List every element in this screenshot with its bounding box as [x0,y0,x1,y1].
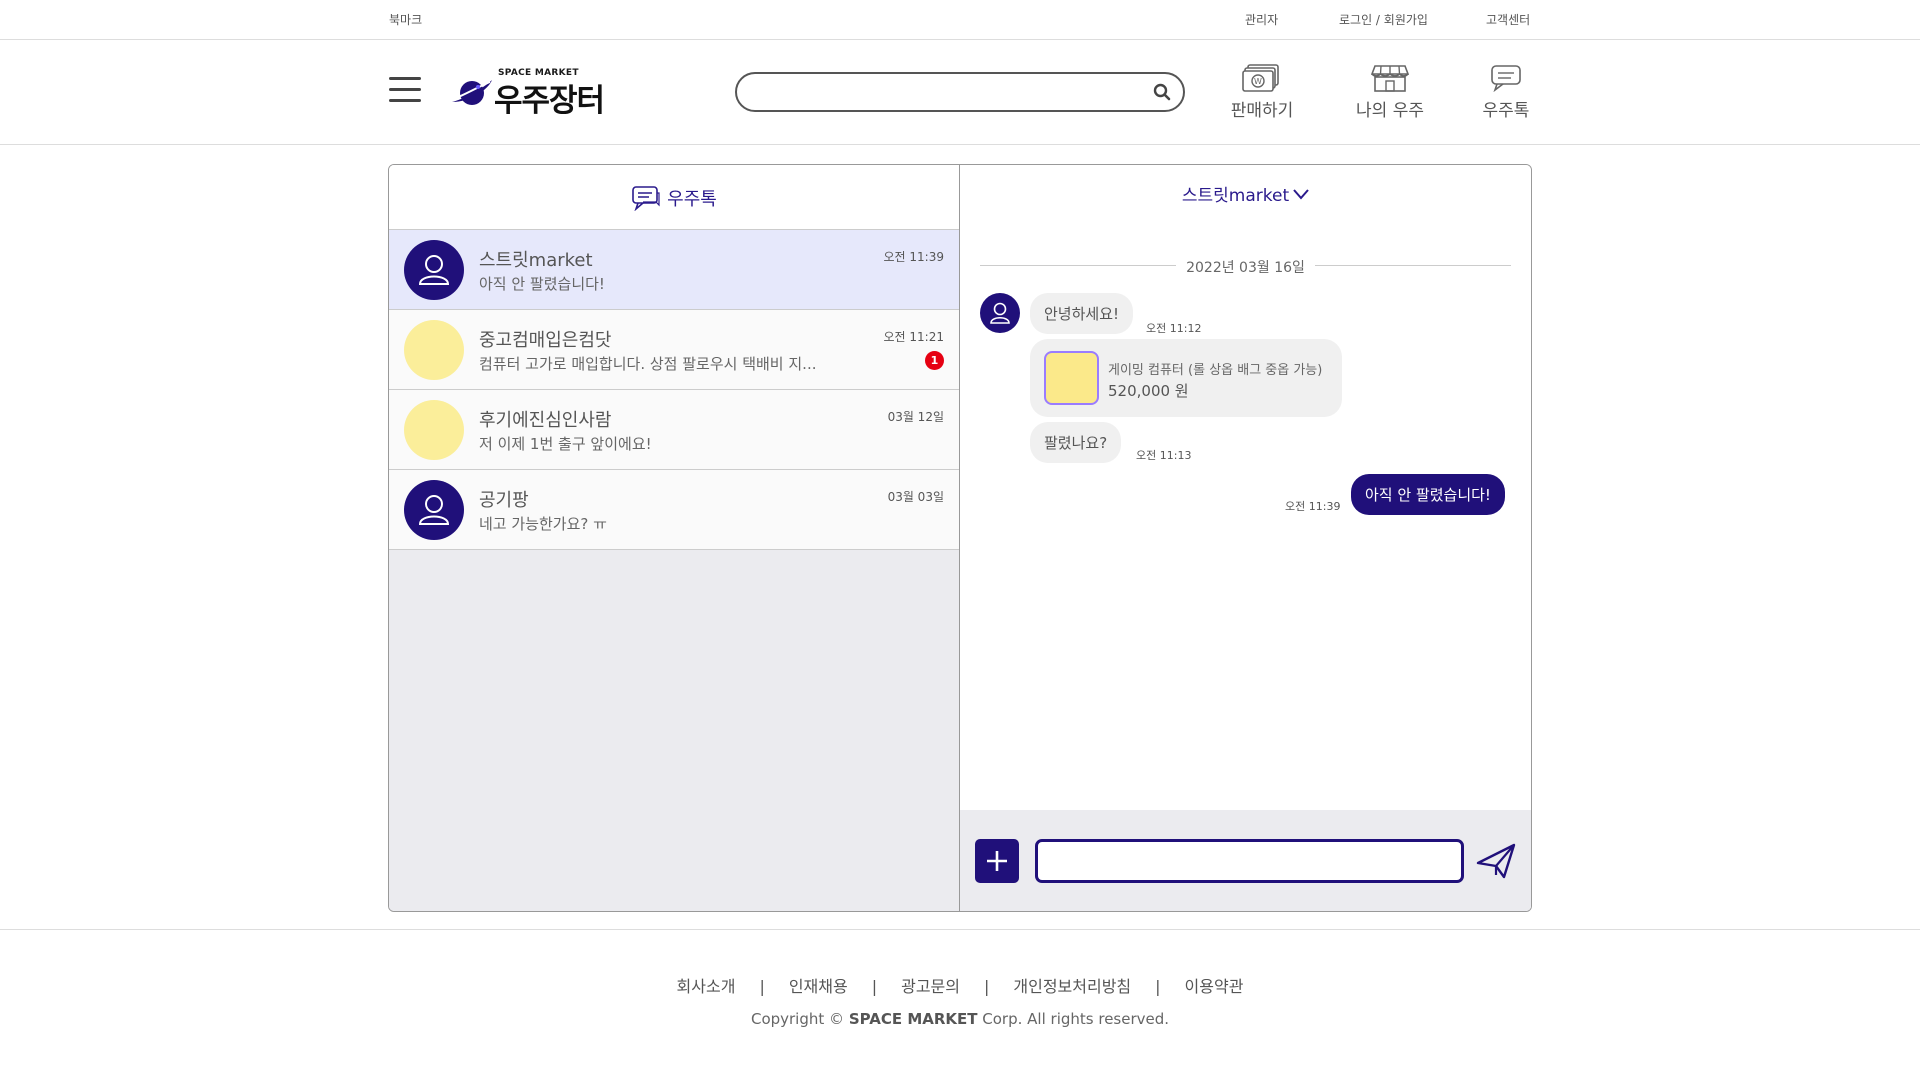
sell-money-icon: W [1242,64,1279,92]
user-avatar-icon [404,240,464,300]
user-avatar-icon [404,480,464,540]
yellow-avatar [404,400,464,460]
product-card[interactable]: 게이밍 컴퓨터 (롤 상옵 배그 중옵 가능) 520,000 원 [1030,339,1342,417]
footer-links: 회사소개 | 인재채용 | 광고문의 | 개인정보처리방침 | 이용약관 [0,973,1920,997]
message-time: 오전 11:12 [1146,322,1202,335]
nav-chat[interactable]: 우주톡 [1466,64,1546,124]
message-composer [960,810,1531,911]
search-icon[interactable] [1153,83,1171,101]
chat-icon [632,186,660,211]
conversation-time: 오전 11:21 [883,330,944,344]
conversation-name: 스트릿market [479,250,593,271]
sent-message: 아직 안 팔렸습니다! [1351,474,1505,515]
store-icon [1371,65,1409,92]
conversation-item[interactable]: 중고컴매입은컴닷 컴퓨터 고가로 매입합니다. 상점 팔로우시 택배비 지...… [389,310,959,390]
svg-text:W: W [1254,77,1262,86]
conversation-name: 후기에진심인사람 [479,410,612,431]
conversation-item[interactable]: 후기에진심인사람 저 이제 1번 출구 앞이에요! 03월 12일 [389,390,959,470]
copyright-prefix: Copyright © [750,1010,849,1028]
nav-chat-label: 우주톡 [1482,101,1530,121]
conversation-last-message: 아직 안 팔렸습니다! [479,275,605,293]
conversation-time: 03월 12일 [887,410,944,424]
footer-link-company[interactable]: 회사소개 [677,977,736,996]
message-time: 오전 11:13 [1136,449,1192,462]
site-logo[interactable]: SPACE MARKET 우주장터 [450,68,610,119]
copyright-brand: SPACE MARKET [848,1010,978,1028]
login-signup-link[interactable]: 로그인 / 회원가입 [1339,11,1428,28]
yellow-avatar [404,320,464,380]
conversation-last-message: 저 이제 1번 출구 앞이에요! [479,435,652,453]
logo-title: 우주장터 [494,83,605,119]
product-thumbnail [1044,351,1099,405]
planet-logo-icon [452,80,492,105]
message-time: 오전 11:39 [1285,500,1341,513]
nav-my-space-label: 나의 우주 [1356,101,1424,121]
user-avatar-icon [980,293,1020,333]
footer-link-privacy[interactable]: 개인정보처리방침 [1013,977,1131,996]
menu-icon[interactable] [389,77,421,103]
product-price: 520,000 원 [1108,382,1189,400]
chat-room-header[interactable]: 스트릿market [960,165,1531,220]
footer-link-terms[interactable]: 이용약관 [1185,977,1244,996]
received-message: 안녕하세요! [1030,293,1134,334]
footer-separator: | [759,977,765,996]
footer-separator: | [871,977,878,996]
conversation-time: 03월 03일 [887,490,944,504]
footer-link-ads[interactable]: 광고문의 [901,977,960,996]
product-name: 게이밍 컴퓨터 (롤 상옵 배그 중옵 가능) [1108,363,1323,378]
date-label: 2022년 03월 16일 [1176,260,1315,276]
unread-badge: 1 [925,351,944,370]
footer-link-careers[interactable]: 인재채용 [789,977,848,996]
send-icon[interactable] [1474,839,1518,883]
conversation-name: 공기팡 [479,490,529,511]
received-message: 팔렸나요? [1030,422,1122,463]
chat-container: 우주톡 스트릿market 아직 안 팔렸습니다! 오전 11:39 중고컴매입… [388,164,1532,912]
message-input[interactable] [1035,839,1464,883]
search-box [735,72,1185,112]
conversation-item[interactable]: 스트릿market 아직 안 팔렸습니다! 오전 11:39 [389,230,959,310]
nav-sell[interactable]: W 판매하기 [1222,64,1302,124]
footer-separator: | [984,977,990,996]
nav-my-space[interactable]: 나의 우주 [1350,64,1430,124]
conversation-list-title: 우주톡 [667,189,717,210]
utility-bar: 북마크 관리자 로그인 / 회원가입 고객센터 [0,0,1920,40]
copyright-suffix: Corp. All rights reserved. [977,1010,1170,1028]
copyright-text: Copyright © SPACE MARKET Corp. All right… [0,1010,1920,1028]
plus-icon [987,851,1007,871]
conversation-last-message: 컴퓨터 고가로 매입합니다. 상점 팔로우시 택배비 지... [479,355,817,373]
conversation-name: 중고컴매입은컴닷 [479,330,612,351]
date-separator: 2022년 03월 16일 [980,255,1511,276]
nav-sell-label: 판매하기 [1230,101,1294,121]
conversation-list-header: 우주톡 [389,165,959,230]
search-input[interactable] [755,80,1135,104]
chat-room-title: 스트릿market [1181,186,1290,206]
chat-room-panel: 스트릿market 2022년 03월 16일 안녕하세요! 오전 11:12 … [960,165,1531,911]
chat-icon [1491,65,1521,92]
footer-separator: | [1155,977,1161,996]
conversation-item[interactable]: 공기팡 네고 가능한가요? ㅠ 03월 03일 [389,470,959,550]
customer-center-link[interactable]: 고객센터 [1486,11,1530,28]
admin-link[interactable]: 관리자 [1245,11,1278,28]
conversation-last-message: 네고 가능한가요? ㅠ [479,515,607,533]
bookmark-link[interactable]: 북마크 [389,11,422,28]
conversation-time: 오전 11:39 [883,250,944,264]
site-footer: 회사소개 | 인재채용 | 광고문의 | 개인정보처리방침 | 이용약관 Copyright ©… [0,929,1920,1080]
site-header: SPACE MARKET 우주장터 W 판매하기 나의 우주 우주톡 [0,40,1920,145]
conversation-list-panel: 우주톡 스트릿market 아직 안 팔렸습니다! 오전 11:39 중고컴매입… [389,165,960,911]
attach-button[interactable] [975,839,1019,883]
chevron-down-icon [1293,188,1309,200]
